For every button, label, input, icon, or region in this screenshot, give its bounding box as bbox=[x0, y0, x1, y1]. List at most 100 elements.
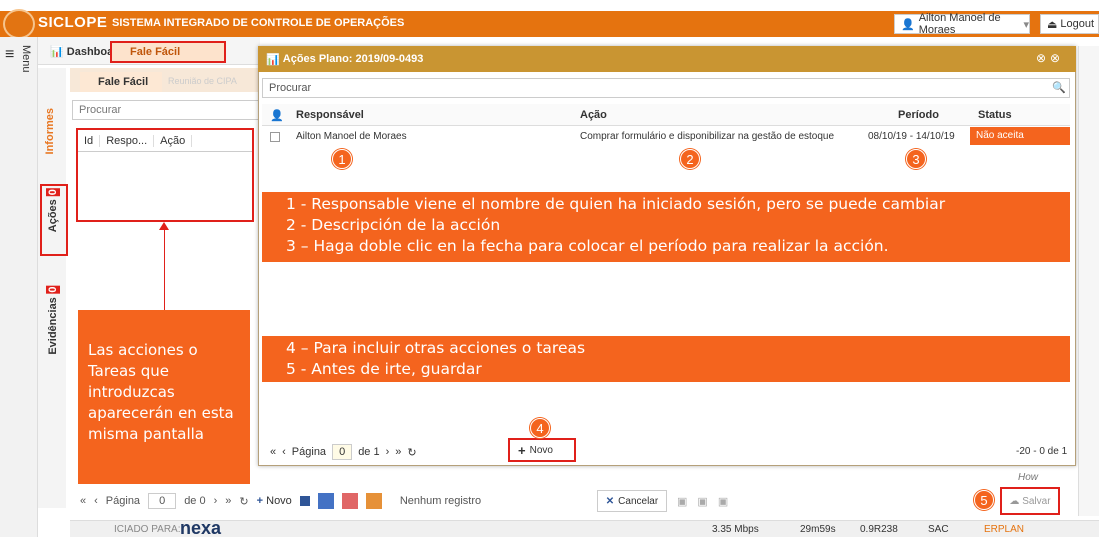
paste-icon[interactable]: ▣ bbox=[697, 495, 707, 508]
row-status[interactable]: Não aceita bbox=[970, 127, 1070, 145]
menu-label[interactable]: Menu bbox=[20, 45, 32, 73]
tab-fale-facil[interactable]: Fale Fácil bbox=[110, 41, 226, 63]
tab-evidencias-label: Evidências bbox=[47, 297, 59, 355]
last-page-icon[interactable]: » bbox=[225, 495, 231, 507]
no-records: Nenhum registro bbox=[399, 495, 482, 507]
inner-tab-fale-facil[interactable]: Fale Fácil bbox=[80, 72, 162, 92]
marker-3: 3 bbox=[906, 149, 926, 169]
row-checkbox[interactable] bbox=[270, 132, 280, 142]
inner-search-input[interactable]: Procurar bbox=[72, 100, 260, 120]
pin-icon[interactable] bbox=[299, 496, 310, 506]
marker-4: 4 bbox=[530, 418, 550, 438]
callout-arrow-icon bbox=[159, 222, 169, 230]
session-timer: 29m59s bbox=[800, 524, 836, 535]
next-page-icon[interactable]: › bbox=[386, 446, 390, 458]
user-name: Ailton Manoel de Moraes bbox=[918, 12, 1001, 36]
copy-icon[interactable]: ▣ bbox=[677, 495, 687, 508]
flag-icon[interactable] bbox=[341, 493, 358, 509]
user-menu[interactable]: 👤 Ailton Manoel de Moraes ▾ bbox=[894, 12, 1030, 36]
action-buttons: ✕ Cancelar ▣ ▣ ▣ bbox=[597, 488, 907, 514]
inner-grid-header: Id Respo... Ação bbox=[78, 130, 252, 152]
annotation-line-5: 5 - Antes de irte, guardar bbox=[286, 360, 482, 378]
marker-1: 1 bbox=[332, 149, 352, 169]
cancel-label: Cancelar bbox=[618, 495, 659, 507]
annotation-line-1: 1 - Responsable viene el nombre de quien… bbox=[286, 195, 946, 213]
row-responsavel[interactable]: Ailton Manoel de Moraes bbox=[296, 131, 407, 142]
modal-title-text: Ações Plano: 2019/09-0493 bbox=[282, 53, 424, 65]
logout-button[interactable]: ⏏ Logout bbox=[1040, 14, 1099, 34]
hamburger-icon[interactable]: ≡ bbox=[5, 46, 14, 64]
col-periodo[interactable]: Período bbox=[898, 109, 939, 121]
annotation-band-1: 1 - Responsable viene el nombre de quien… bbox=[262, 192, 1070, 262]
callout-line bbox=[164, 224, 165, 310]
annotation-band-2: 4 – Para incluir otras acciones o tareas… bbox=[262, 336, 1070, 382]
annotation-line-2: 2 - Descripción de la acción bbox=[286, 216, 501, 234]
annotation-left: Las acciones o Tareas que introduzcas ap… bbox=[78, 310, 250, 484]
flag-icon[interactable] bbox=[317, 493, 334, 509]
chart-icon: 📊 bbox=[50, 46, 64, 58]
modal-paginator: « ‹ Página 0 de 1 › » ↻ bbox=[262, 440, 1070, 464]
last-page-icon[interactable]: » bbox=[395, 446, 401, 458]
inner-col-responsavel[interactable]: Respo... bbox=[100, 134, 155, 147]
modal-title: 📊 Ações Plano: 2019/09-0493 bbox=[258, 46, 1076, 72]
record-count: -20 - 0 de 1 bbox=[1016, 446, 1068, 457]
marker-2: 2 bbox=[680, 149, 700, 169]
first-page-icon[interactable]: « bbox=[80, 495, 86, 507]
next-page-icon[interactable]: › bbox=[214, 495, 218, 507]
plus-icon: + bbox=[518, 442, 526, 458]
save-label: Salvar bbox=[1022, 495, 1051, 507]
logout-label: Logout bbox=[1060, 18, 1095, 30]
inner-col-id[interactable]: Id bbox=[78, 134, 101, 147]
tab-acoes-label: Ações bbox=[47, 199, 59, 233]
col-acao[interactable]: Ação bbox=[580, 109, 607, 121]
bottom-paginator: « ‹ Página 0 de 0 › » ↻ + Novo Nenhum re… bbox=[70, 488, 590, 514]
modal-grid-header bbox=[262, 104, 1070, 126]
flag-icon[interactable] bbox=[365, 493, 382, 509]
app-logo: SICLOPE bbox=[38, 14, 108, 31]
page-input[interactable]: 0 bbox=[332, 444, 353, 460]
version-code: 0.9R238 bbox=[860, 524, 898, 535]
modal-close-icon[interactable]: ⊗⊗ bbox=[1036, 51, 1064, 65]
clipboard-icon[interactable]: ▣ bbox=[718, 495, 728, 508]
annotation-line-4: 4 – Para incluir otras acciones o tareas bbox=[286, 339, 586, 357]
user-icon: 👤 bbox=[901, 18, 915, 31]
tab-acoes[interactable]: Ações 0 bbox=[46, 188, 60, 233]
first-page-icon[interactable]: « bbox=[270, 446, 276, 458]
row-acao[interactable]: Comprar formulário e disponibilizar na g… bbox=[580, 131, 834, 142]
novo-label: Novo bbox=[529, 444, 553, 456]
tab-evidencias[interactable]: Evidências 0 bbox=[46, 286, 60, 355]
novo-label: Novo bbox=[266, 495, 292, 507]
inner-col-acao[interactable]: Ação bbox=[154, 134, 193, 147]
nexa-logo: nexa bbox=[180, 518, 222, 538]
of-pages: de 0 bbox=[184, 495, 206, 507]
how-label[interactable]: How bbox=[1018, 472, 1038, 483]
prev-page-icon[interactable]: ‹ bbox=[282, 446, 286, 458]
close-icon: ✕ bbox=[605, 495, 615, 507]
prev-page-icon[interactable]: ‹ bbox=[94, 495, 98, 507]
save-button[interactable]: ☁ Salvar bbox=[1000, 487, 1060, 515]
inner-tab-reuniao[interactable]: Reunião de CIPA bbox=[168, 76, 237, 86]
iniciado-label: ICIADO PARA: bbox=[114, 524, 181, 535]
novo-button[interactable]: + Novo bbox=[508, 438, 576, 462]
network-speed: 3.35 Mbps bbox=[712, 524, 759, 535]
col-status[interactable]: Status bbox=[978, 109, 1012, 121]
refresh-icon[interactable]: ↻ bbox=[407, 446, 416, 459]
search-icon[interactable]: 🔍 bbox=[1052, 81, 1066, 94]
cancel-button[interactable]: ✕ Cancelar bbox=[597, 490, 667, 512]
refresh-icon[interactable]: ↻ bbox=[239, 495, 248, 508]
tab-fale-facil-label: Fale Fácil bbox=[130, 46, 181, 58]
annotation-line-3: 3 – Haga doble clic en la fecha para col… bbox=[286, 237, 889, 255]
sac-link[interactable]: SAC bbox=[928, 524, 949, 535]
modal-search-input[interactable]: Procurar bbox=[262, 78, 1070, 98]
marker-5: 5 bbox=[974, 490, 994, 510]
novo-button[interactable]: + Novo bbox=[257, 495, 292, 507]
status-bar: ICIADO PARA: nexa 3.35 Mbps 29m59s 0.9R2… bbox=[70, 518, 1099, 538]
tab-informes[interactable]: Informes bbox=[44, 108, 56, 154]
row-periodo[interactable]: 08/10/19 - 14/10/19 bbox=[868, 131, 955, 142]
cloud-icon: ☁ bbox=[1009, 495, 1023, 507]
evidencias-count-badge: 0 bbox=[46, 286, 60, 295]
system-name: SISTEMA INTEGRADO DE CONTROLE DE OPERAÇÕ… bbox=[112, 17, 405, 29]
col-responsavel[interactable]: Responsável bbox=[296, 109, 364, 121]
page-input[interactable]: 0 bbox=[148, 493, 177, 509]
of-pages: de 1 bbox=[358, 446, 380, 458]
